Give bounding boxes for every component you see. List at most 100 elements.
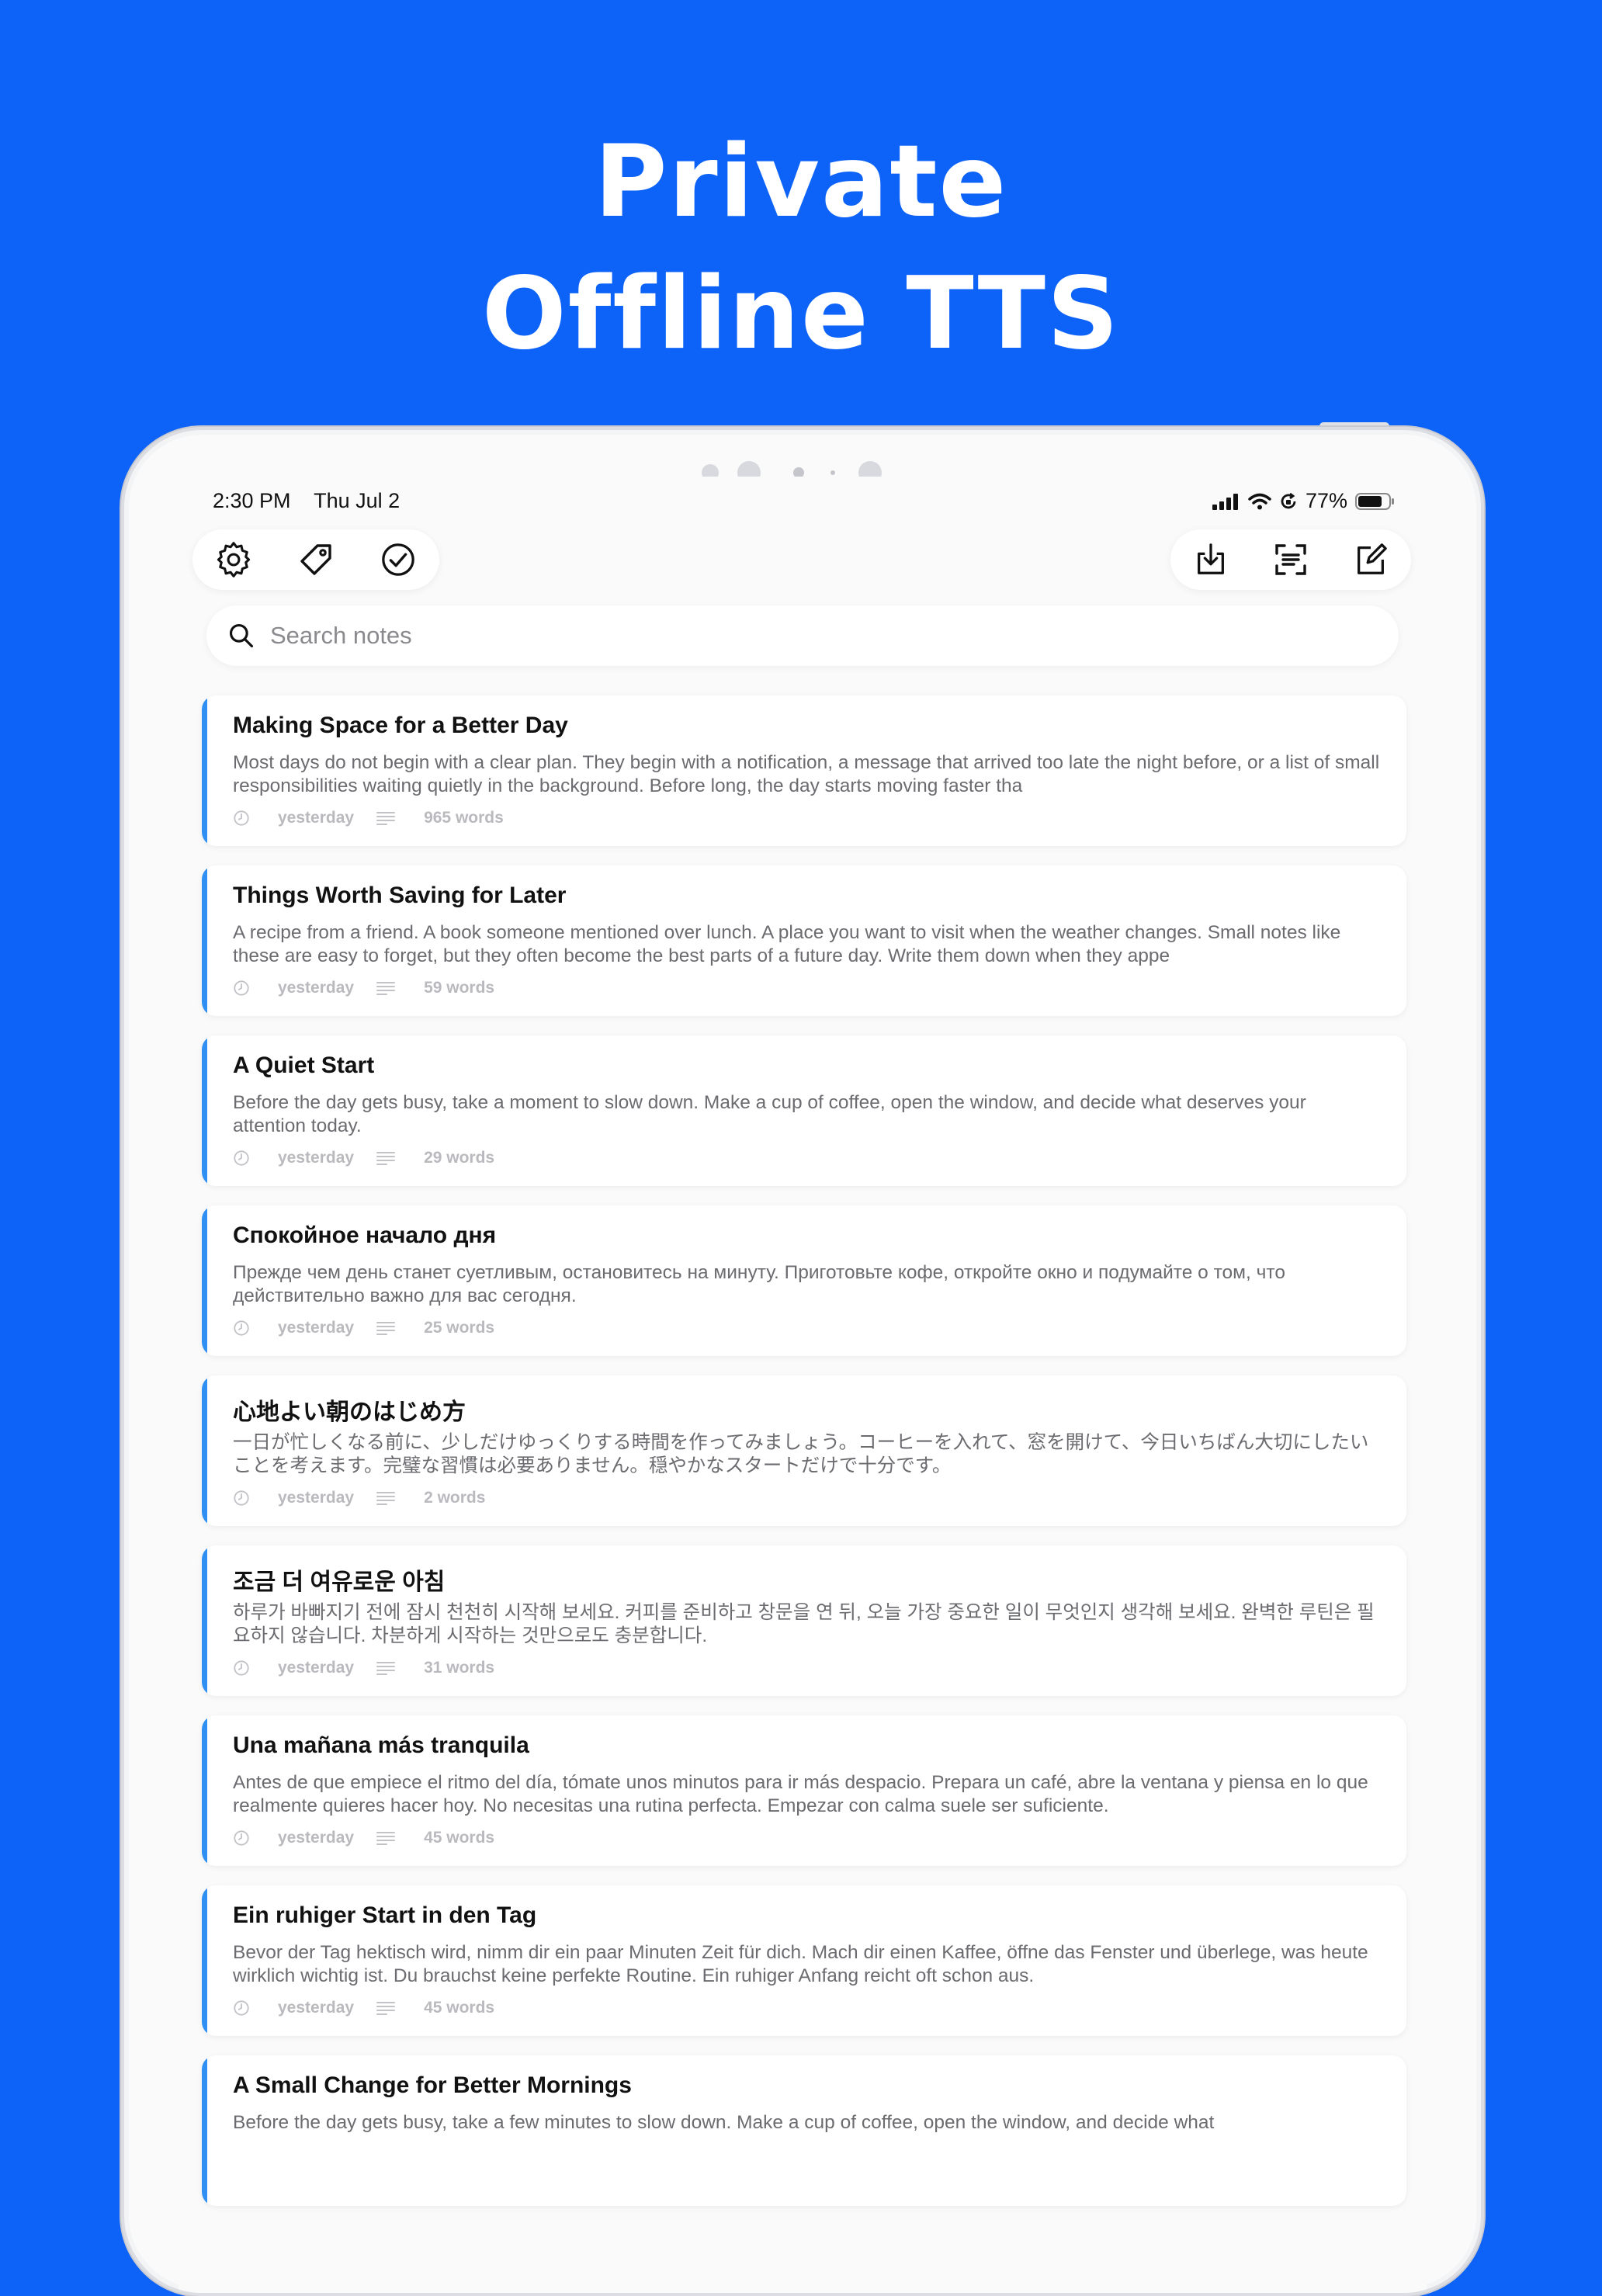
note-title: Una mañana más tranquila (233, 1732, 529, 1758)
import-icon (1197, 543, 1224, 574)
clock-icon (234, 1660, 249, 1676)
note-preview: 하루가 바빠지기 전에 잠시 천천히 시작해 보세요. 커피를 준비하고 창문을… (233, 1602, 1375, 1646)
battery-percent: 77% (1305, 489, 1347, 512)
note-title: 心地よい朝のはじめ方 (233, 1399, 466, 1425)
note-card[interactable]: Ein ruhiger Start in den Tag Bevor der T… (202, 1885, 1406, 2036)
compose-button[interactable] (1348, 537, 1393, 582)
note-meta: yesterday 45 words (233, 1829, 494, 1847)
note-title: 조금 더 여유로운 아침 (233, 1569, 446, 1595)
note-card[interactable]: Спокойное начало дня Прежде чем день ста… (202, 1205, 1406, 1356)
clock-icon (234, 1490, 249, 1506)
note-accent-bar (202, 1375, 207, 1526)
note-meta: yesterday 25 words (233, 1319, 494, 1337)
note-preview: 一日が忙しくなる前に、少しだけゆっくりする時間を作ってみましょう。コーヒーを入れ… (233, 1432, 1369, 1476)
note-word-count: 965 words (424, 809, 504, 827)
note-accent-bar (202, 1205, 207, 1356)
status-indicators: 77% (1212, 489, 1396, 513)
select-button[interactable] (376, 537, 421, 582)
wifi-icon (1248, 493, 1271, 509)
note-card[interactable]: A Quiet Start Before the day gets busy, … (202, 1035, 1406, 1186)
note-title: A Small Change for Better Mornings (233, 2072, 632, 2098)
note-preview: Before the day gets busy, take a moment … (233, 1092, 1306, 1136)
check-circle-icon (382, 543, 414, 576)
note-card[interactable]: Una mañana más tranquila Antes de que em… (202, 1715, 1406, 1866)
status-bar: 2:30 PM Thu Jul 2 77% (213, 486, 1396, 517)
note-accent-bar (202, 1715, 207, 1866)
note-card[interactable]: 조금 더 여유로운 아침 하루가 바빠지기 전에 잠시 천천히 시작해 보세요.… (202, 1545, 1406, 1696)
note-date: yesterday (278, 1319, 355, 1337)
note-accent-bar (202, 865, 207, 1016)
note-card[interactable]: 心地よい朝のはじめ方 一日が忙しくなる前に、少しだけゆっくりする時間を作ってみま… (202, 1375, 1406, 1526)
tags-button[interactable] (293, 537, 338, 582)
status-time: 2:30 PM (213, 489, 291, 512)
note-title: Ein ruhiger Start in den Tag (233, 1902, 537, 1928)
search-icon (229, 623, 254, 648)
note-preview: A recipe from a friend. A book someone m… (233, 922, 1341, 966)
note-preview: Before the day gets busy, take a few min… (233, 2112, 1215, 2133)
clock-icon (234, 980, 249, 996)
note-date: yesterday (278, 1999, 355, 2017)
clock-icon (234, 810, 249, 826)
note-card[interactable]: A Small Change for Better Mornings Befor… (202, 2055, 1406, 2206)
settings-button[interactable] (211, 537, 256, 582)
cellular-signal-icon (1212, 493, 1238, 510)
note-card[interactable]: Things Worth Saving for Later A recipe f… (202, 865, 1406, 1016)
note-word-count: 31 words (424, 1659, 495, 1677)
headline: Private Offline TTS (0, 116, 1602, 380)
clock-icon (234, 1150, 249, 1166)
note-accent-bar (202, 1545, 207, 1696)
tablet-frame: 2:30 PM Thu Jul 2 77% Search notes Makin… (121, 427, 1484, 2296)
note-title: Спокойное начало дня (233, 1223, 497, 1248)
note-accent-bar (202, 2055, 207, 2206)
note-meta: yesterday 59 words (233, 979, 494, 997)
note-word-count: 2 words (424, 1489, 486, 1507)
scan-text-icon (1275, 544, 1306, 575)
note-meta: yesterday 2 words (233, 1489, 485, 1507)
text-lines-icon (376, 1662, 396, 1675)
settings-icon (217, 542, 251, 577)
note-meta: yesterday 31 words (233, 1659, 494, 1677)
notes-list: Making Space for a Better Day Most days … (202, 695, 1406, 2225)
text-lines-icon (376, 982, 396, 995)
headline-line-2: Offline TTS (481, 256, 1121, 372)
text-lines-icon (376, 1322, 396, 1335)
note-preview: Прежде чем день станет суетливым, остано… (233, 1262, 1285, 1306)
clock-icon (234, 1320, 249, 1336)
headline-line-1: Private (594, 124, 1008, 240)
left-toolbar (192, 529, 439, 590)
right-toolbar (1170, 529, 1411, 590)
search-bar[interactable] (206, 605, 1399, 666)
clock-icon (234, 1830, 249, 1846)
compose-icon (1358, 543, 1388, 574)
status-time-date: 2:30 PM Thu Jul 2 (213, 489, 400, 513)
note-word-count: 25 words (424, 1319, 495, 1337)
text-lines-icon (376, 2002, 396, 2015)
import-button[interactable] (1188, 537, 1233, 582)
text-lines-icon (376, 812, 396, 825)
note-word-count: 29 words (424, 1149, 495, 1167)
note-meta: yesterday 965 words (233, 809, 504, 827)
note-word-count: 59 words (424, 979, 495, 997)
scan-text-button[interactable] (1268, 537, 1313, 582)
note-preview: Antes de que empiece el ritmo del día, t… (233, 1772, 1368, 1816)
note-date: yesterday (278, 1149, 355, 1167)
note-preview: Most days do not begin with a clear plan… (233, 752, 1380, 796)
note-card[interactable]: Making Space for a Better Day Most days … (202, 695, 1406, 846)
note-date: yesterday (278, 1489, 355, 1507)
note-title: Things Worth Saving for Later (233, 883, 567, 908)
text-lines-icon (376, 1152, 396, 1165)
app-screen: 2:30 PM Thu Jul 2 77% Search notes Makin… (179, 477, 1427, 2293)
note-title: A Quiet Start (233, 1053, 375, 1078)
note-meta: yesterday 45 words (233, 1999, 494, 2017)
orientation-lock-icon (1281, 492, 1296, 508)
sensor-dot (830, 470, 835, 475)
note-word-count: 45 words (424, 1999, 495, 2017)
note-title: Making Space for a Better Day (233, 713, 568, 738)
note-accent-bar (202, 1885, 207, 2036)
text-lines-icon (376, 1492, 396, 1505)
note-date: yesterday (278, 1829, 355, 1847)
note-preview: Bevor der Tag hektisch wird, nimm dir ei… (233, 1942, 1368, 1986)
note-accent-bar (202, 695, 207, 846)
search-input[interactable] (269, 621, 1358, 650)
note-accent-bar (202, 1035, 207, 1186)
